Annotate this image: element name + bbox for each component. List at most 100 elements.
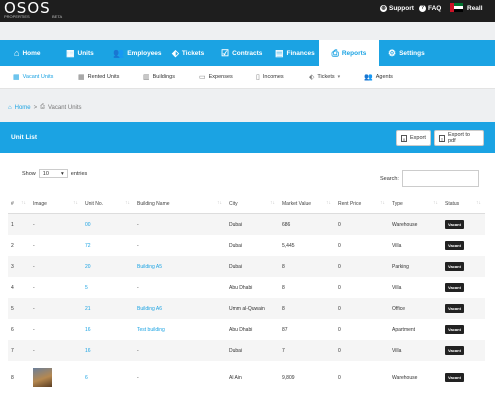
nav-reports[interactable]: ⎙ Reports (319, 40, 379, 66)
col-header-market[interactable]: Market Value ↑↓ (279, 195, 335, 214)
cell-city: Dubai (226, 256, 279, 277)
subnav-tickets[interactable]: ⬖ Tickets ▾ (309, 73, 340, 81)
export-button[interactable]: X Export (396, 130, 431, 146)
table-row: 4 - 5 - Abu Dhabi 8 0 Villa Vacant (8, 277, 485, 298)
cell-type: Apartment (389, 319, 442, 340)
cell-text: 8 (11, 374, 14, 381)
globe-icon: ◍ (380, 5, 387, 12)
unit-link[interactable]: 20 (85, 264, 91, 270)
unit-link[interactable]: 21 (85, 306, 91, 312)
cell-image (30, 361, 82, 394)
cell-building: - (134, 213, 226, 235)
cell-status: Vacant (442, 361, 485, 394)
col-header-rent[interactable]: Rent Price ↑↓ (335, 195, 389, 214)
entries-value: 10 (42, 170, 49, 177)
cell-text: Umm al-Quwain (229, 305, 265, 312)
subnav-buildings[interactable]: ▥ Buildings (143, 73, 175, 81)
nav-home[interactable]: ⌂ Home (14, 40, 41, 66)
user-menu[interactable]: Reall (467, 5, 483, 12)
building-link[interactable]: Building A5 (137, 264, 162, 270)
cell-text: 5,445 (282, 242, 295, 249)
unit-thumbnail-image[interactable] (33, 368, 52, 387)
support-link[interactable]: ◍ Support (380, 5, 414, 12)
cell-image: - (30, 256, 82, 277)
cell-text: 3 (11, 263, 14, 270)
entries-select[interactable]: 10 ▾ (38, 169, 68, 178)
nav-tickets-label: Tickets (181, 49, 205, 57)
cell-text: - (137, 347, 139, 354)
cell-building: - (134, 277, 226, 298)
cell-city: Dubai (226, 213, 279, 235)
cell-text: 8 (282, 284, 285, 291)
money-icon: ▭ (199, 74, 206, 81)
cell-text: Office (392, 305, 405, 312)
building-link[interactable]: Building A6 (137, 306, 162, 312)
unit-link[interactable]: 00 (85, 222, 91, 228)
cell-rent: 0 (335, 277, 389, 298)
subnav-rented-units[interactable]: ▦ Rented Units (78, 73, 119, 81)
col-header-type[interactable]: Type ↑↓ (389, 195, 442, 214)
unit-link[interactable]: 6 (85, 375, 88, 381)
cell-num: 4 (8, 277, 30, 298)
cell-text: 0 (338, 221, 341, 228)
building-link[interactable]: Test building (137, 327, 165, 333)
unit-link[interactable]: 72 (85, 243, 91, 249)
cell-text: - (137, 284, 139, 291)
col-header-image[interactable]: Image ↑↓ (30, 195, 82, 214)
cell-unit: 16 (82, 340, 134, 361)
export-pdf-button[interactable]: ▯ Export to pdf (434, 130, 484, 146)
users-icon: 👥 (113, 47, 125, 58)
col-header-building[interactable]: Building Name ↑↓ (134, 195, 226, 214)
unit-link[interactable]: 5 (85, 285, 88, 291)
cell-type: Warehouse (389, 213, 442, 235)
search-input[interactable] (401, 170, 479, 187)
breadcrumb-home[interactable]: Home (15, 105, 31, 111)
cell-text: 0 (338, 284, 341, 291)
cell-type: Warehouse (389, 361, 442, 394)
cell-text: 8 (282, 263, 285, 270)
subnav-agents[interactable]: 👥 Agents (364, 73, 393, 81)
faq-link[interactable]: ? FAQ (419, 5, 441, 12)
nav-contracts[interactable]: ☑ Contracts (221, 40, 262, 66)
nav-tickets[interactable]: ⬖ Tickets (172, 40, 204, 66)
nav-employees[interactable]: 👥 Employees (113, 40, 162, 66)
breadcrumb: ⌂ Home > ⎙ Vacant Units (8, 104, 82, 111)
col-header-status[interactable]: Status ↑↓ (442, 195, 485, 214)
user-name: Reall (467, 5, 483, 12)
col-header-num[interactable]: # ↑↓ (8, 195, 30, 214)
cell-image: - (30, 298, 82, 319)
home-icon[interactable]: ⌂ (8, 105, 12, 111)
col-header-city[interactable]: City ↑↓ (226, 195, 279, 214)
nav-settings[interactable]: ⚙ Settings (388, 40, 425, 66)
nav-units[interactable]: ▦ Units (66, 40, 94, 66)
uae-flag-icon[interactable] (450, 3, 463, 12)
cell-num: 7 (8, 340, 30, 361)
cell-image: - (30, 340, 82, 361)
unit-link[interactable]: 16 (85, 327, 91, 333)
cell-text: 0 (338, 326, 341, 333)
cell-text: Apartment (392, 326, 416, 333)
cell-text: Al Ain (229, 374, 242, 381)
table-header-row: # ↑↓ Image ↑↓ Unit No. ↑↓ Building Name ↑↓ C… (8, 195, 485, 214)
cell-text: 7 (11, 347, 14, 354)
app-logo[interactable]: OSOS (4, 1, 51, 16)
cell-num: 6 (8, 319, 30, 340)
cell-rent: 0 (335, 298, 389, 319)
subnav-expenses[interactable]: ▭ Expenses (199, 73, 233, 81)
cell-rent: 0 (335, 361, 389, 394)
export-label: Export (410, 135, 426, 141)
cell-rent: 0 (335, 256, 389, 277)
cell-text: Villa (392, 242, 402, 249)
cell-status: Vacant (442, 340, 485, 361)
subnav-vacant-units[interactable]: ▦ Vacant Units (13, 73, 53, 81)
cell-building: Building A5 (134, 256, 226, 277)
cell-num: 2 (8, 235, 30, 256)
unit-link[interactable]: 16 (85, 348, 91, 354)
nav-finances[interactable]: ▤ Finances (275, 40, 315, 66)
nav-contracts-label: Contracts (232, 49, 263, 57)
show-label: Show (22, 170, 36, 177)
table-row: 2 - 72 - Dubai 5,445 0 Villa Vacant (8, 235, 485, 256)
subnav-incomes[interactable]: ▯ Incomes (256, 73, 284, 81)
col-header-unit[interactable]: Unit No. ↑↓ (82, 195, 134, 214)
building-icon: ▦ (78, 74, 85, 81)
